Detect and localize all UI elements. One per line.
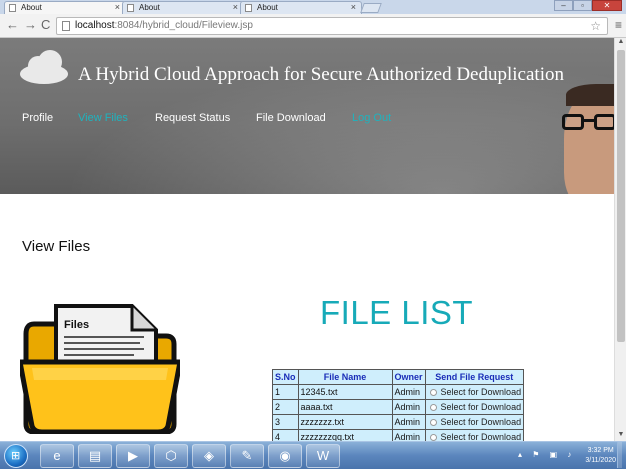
minimize-icon[interactable]: – [554,0,573,11]
reload-icon[interactable]: C [41,18,50,32]
table-row: 4 zzzzzzzqq.txt Admin Select for Downloa… [272,429,525,441]
table-header-row: S.No File Name Owner Send File Request [272,369,525,385]
download-request-cell[interactable]: Select for Download [424,414,525,430]
clock-date: 3/11/2020 [585,457,616,464]
row-sno: 4 [272,429,299,441]
browser-tab-3[interactable]: About × [240,1,362,14]
clock-time: 3:32 PM [587,447,614,454]
table-row: 3 zzzzzzz.txt Admin Select for Download [272,414,525,430]
scrollbar-thumb[interactable] [617,50,625,342]
start-button[interactable]: ⊞ [4,444,28,468]
page-viewport: A Hybrid Cloud Approach for Secure Autho… [0,38,626,441]
browser-tab-strip: About × About × About × – ▫ ✕ [0,0,626,14]
radio-label[interactable]: Select for Download [441,402,522,412]
back-icon[interactable]: ← [6,18,19,32]
chrome-icon[interactable]: ◉ [268,444,302,468]
row-file-name: zzzzzzzqq.txt [297,429,393,441]
window-controls: – ▫ ✕ [554,0,622,12]
row-sno: 1 [272,384,299,400]
row-owner: Admin [391,399,426,415]
column-header: Send File Request [424,369,525,385]
word-icon[interactable]: W [306,444,340,468]
close-tab-icon[interactable]: × [351,2,356,12]
header-person-image [556,82,614,194]
row-sno: 2 [272,399,299,415]
close-window-icon[interactable]: ✕ [592,0,622,11]
browser-tab-2[interactable]: About × [122,1,244,14]
tab-title: About [21,3,42,12]
close-tab-icon[interactable]: × [115,2,120,12]
new-tab-button[interactable] [360,3,382,13]
windows-taskbar: ⊞ e ▤ ▶ ⬡ ◈ ✎ ◉ W ▴ ⚑ ▣ ♪ 3:32 PM 3/11/2… [0,441,626,469]
folder-label: Files [64,319,89,331]
download-radio[interactable] [429,434,437,441]
radio-label[interactable]: Select for Download [441,432,522,441]
address-bar[interactable]: localhost:8084/hybrid_cloud/Fileview.jsp… [56,17,608,35]
row-owner: Admin [391,429,426,441]
cloud-icon [20,50,68,84]
column-header: S.No [272,369,299,385]
notepad-icon[interactable]: ✎ [230,444,264,468]
row-sno: 3 [272,414,299,430]
internet-explorer-icon[interactable]: e [40,444,74,468]
tab-title: About [139,3,160,12]
radio-label[interactable]: Select for Download [441,417,522,427]
nav-view-files[interactable]: View Files [78,112,128,124]
nav-profile[interactable]: Profile [22,112,53,124]
browser-menu-icon[interactable]: ≡ [615,19,622,31]
browser-toolbar: ← → C localhost:8084/hybrid_cloud/Filevi… [0,14,626,38]
row-owner: Admin [391,384,426,400]
scroll-up-icon[interactable]: ▲ [615,38,626,48]
download-radio[interactable] [429,404,437,411]
file-list-title: FILE LIST [320,294,474,331]
table-row: 1 12345.txt Admin Select for Download [272,384,525,400]
page-icon [62,21,70,31]
windows-logo-icon: ⊞ [11,450,21,462]
download-request-cell[interactable]: Select for Download [424,384,525,400]
site-title: A Hybrid Cloud Approach for Secure Autho… [78,64,564,85]
column-header: Owner [391,369,426,385]
nav-request-status[interactable]: Request Status [155,112,230,124]
download-request-cell[interactable]: Select for Download [424,429,525,441]
nav-log-out[interactable]: Log Out [352,112,391,124]
media-player-icon[interactable]: ▶ [116,444,150,468]
tab-title: About [257,3,278,12]
row-file-name: aaaa.txt [297,399,393,415]
page-icon [245,4,252,12]
maximize-icon[interactable]: ▫ [573,0,592,11]
forward-icon[interactable]: → [24,18,37,32]
table-row: 2 aaaa.txt Admin Select for Download [272,399,525,415]
close-tab-icon[interactable]: × [233,2,238,12]
row-owner: Admin [391,414,426,430]
show-desktop-button[interactable] [617,442,622,468]
bookmark-star-icon[interactable]: ☆ [590,18,601,34]
main-content: View Files Files FILE LIST S.No File Nam… [0,194,614,441]
nav-file-download[interactable]: File Download [256,112,326,124]
netbeans-icon[interactable]: ◈ [192,444,226,468]
row-file-name: 12345.txt [297,384,393,400]
radio-label[interactable]: Select for Download [441,387,522,397]
file-explorer-icon[interactable]: ▤ [78,444,112,468]
virtualbox-icon[interactable]: ⬡ [154,444,188,468]
page-icon [127,4,134,12]
system-tray: ▴ ⚑ ▣ ♪ 3:32 PM 3/11/2020 [518,442,622,468]
row-file-name: zzzzzzz.txt [297,414,393,430]
scroll-down-icon[interactable]: ▼ [615,431,626,441]
page-title: View Files [22,238,91,255]
tray-icons[interactable]: ▴ ⚑ ▣ ♪ [518,450,575,459]
files-folder-icon: Files [20,304,180,434]
page-icon [9,4,16,12]
download-radio[interactable] [429,389,437,396]
file-table: S.No File Name Owner Send File Request 1… [272,369,525,441]
browser-tab-1[interactable]: About × [4,1,126,14]
url-host: localhost [75,20,115,31]
column-header: File Name [297,369,393,385]
download-request-cell[interactable]: Select for Download [424,399,525,415]
clock[interactable]: 3:32 PM 3/11/2020 [585,446,616,466]
site-header: A Hybrid Cloud Approach for Secure Autho… [0,38,614,194]
page-scrollbar[interactable]: ▲ ▼ [614,38,626,441]
download-radio[interactable] [429,419,437,426]
url-path: :8084/hybrid_cloud/Fileview.jsp [114,20,253,31]
